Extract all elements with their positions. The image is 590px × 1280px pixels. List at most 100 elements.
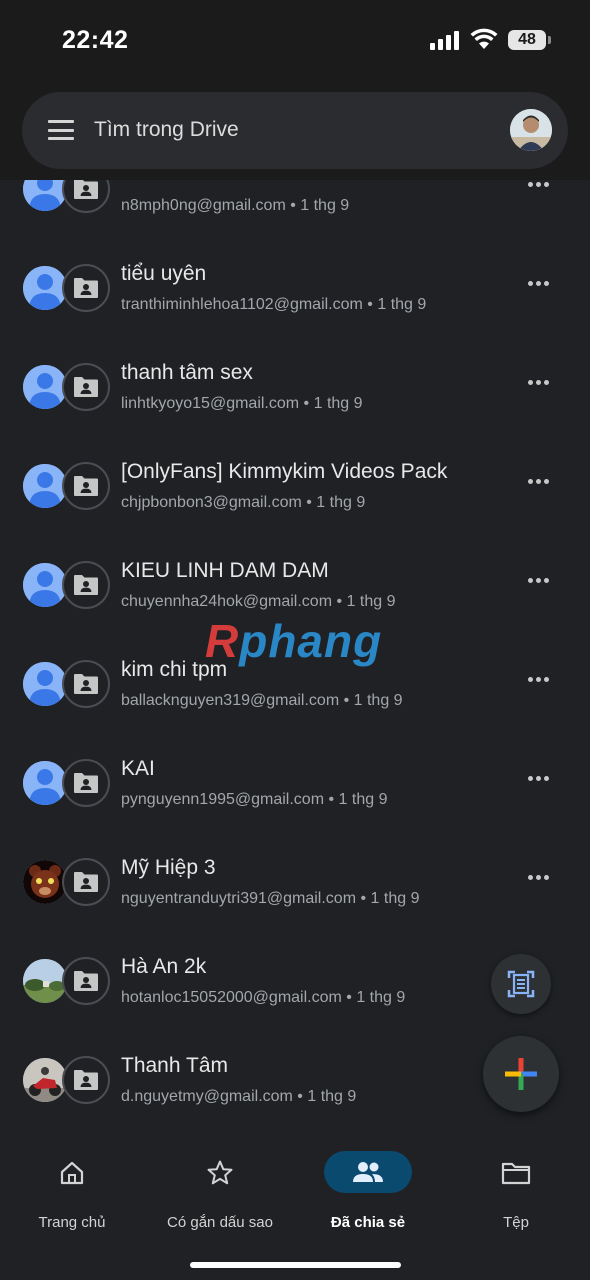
- shared-folder-icon: [74, 872, 98, 892]
- plus-icon: [505, 1058, 537, 1090]
- owner-email: hotanloc15052000@gmail.com: [121, 989, 342, 1006]
- shared-item-row[interactable]: [OnlyFans] Kimmykim Videos Pack chjpbonbo…: [0, 443, 590, 542]
- owner-avatar: [23, 464, 67, 508]
- owner-avatar: [23, 266, 67, 310]
- shared-date: 1 thg 9: [353, 692, 403, 709]
- shared-folder-icon: [74, 971, 98, 991]
- separator-dot: •: [332, 593, 347, 610]
- shared-folder-badge: [62, 759, 110, 807]
- separator-dot: •: [301, 494, 317, 511]
- more-options-icon[interactable]: [528, 479, 549, 484]
- shared-date: 1 thg 9: [313, 395, 363, 412]
- item-subtitle: pynguyenn1995@gmail.com • 1 thg 9: [121, 791, 387, 809]
- shared-date: 1 thg 9: [300, 197, 350, 214]
- star-icon: [207, 1160, 233, 1185]
- menu-icon[interactable]: [48, 120, 74, 140]
- separator-dot: •: [356, 890, 371, 907]
- shared-date: 1 thg 9: [377, 296, 427, 313]
- owner-avatar: [23, 180, 67, 211]
- more-options-icon[interactable]: [528, 578, 549, 583]
- shared-folder-badge: [62, 363, 110, 411]
- owner-email: chuyennha24hok@gmail.com: [121, 593, 333, 610]
- owner-avatar: [23, 662, 67, 706]
- battery-indicator: 48: [508, 30, 546, 50]
- item-title: KAI: [121, 757, 155, 780]
- search-input[interactable]: Tìm trong Drive: [94, 118, 239, 142]
- shared-folder-icon: [74, 278, 98, 298]
- shared-date: 1 thg 9: [307, 1088, 357, 1105]
- item-subtitle: tranthiminhlehoa1102@gmail.com • 1 thg 9: [121, 296, 426, 314]
- nav-starred-label: Có gắn dấu sao: [167, 1214, 273, 1231]
- item-title: Mỹ Hiệp 3: [121, 856, 216, 879]
- more-options-icon[interactable]: [528, 776, 549, 781]
- more-options-icon[interactable]: [528, 281, 549, 286]
- owner-avatar: [23, 563, 67, 607]
- search-bar[interactable]: Tìm trong Drive: [22, 92, 568, 169]
- separator-dot: •: [292, 1088, 308, 1105]
- watermark-logo: Rphang: [205, 615, 383, 667]
- item-subtitle: ballacknguyen319@gmail.com • 1 thg 9: [121, 692, 403, 710]
- scan-button[interactable]: [491, 954, 551, 1014]
- owner-avatar: [23, 761, 67, 805]
- account-avatar[interactable]: [510, 109, 552, 151]
- owner-avatar: [23, 365, 67, 409]
- bottom-navigation: Trang chủ Có gắn dấu sao Đã chia sẻ Tệp: [0, 1140, 590, 1280]
- shared-folder-icon: [74, 575, 98, 595]
- nav-home-label: Trang chủ: [38, 1214, 106, 1231]
- nav-shared-label: Đã chia sẻ: [330, 1214, 406, 1231]
- separator-dot: •: [339, 692, 354, 709]
- shared-folder-icon: [74, 674, 98, 694]
- nav-files[interactable]: Tệp: [446, 1154, 586, 1231]
- shared-date: 1 thg 9: [346, 593, 396, 610]
- item-subtitle: d.nguyetmy@gmail.com • 1 thg 9: [121, 1088, 356, 1106]
- item-subtitle: chuyennha24hok@gmail.com • 1 thg 9: [121, 593, 395, 611]
- item-subtitle: hotanloc15052000@gmail.com • 1 thg 9: [121, 989, 405, 1007]
- status-bar: 22:42 48: [0, 0, 590, 80]
- owner-avatar: [23, 1058, 67, 1102]
- shared-date: 1 thg 9: [370, 890, 420, 907]
- battery-tip: [548, 36, 551, 44]
- more-options-icon[interactable]: [528, 875, 549, 880]
- home-indicator: [190, 1262, 401, 1268]
- shared-item-row[interactable]: thanh tâm sex linhtkyoyo15@gmail.com • 1 …: [0, 344, 590, 443]
- owner-email: ballacknguyen319@gmail.com: [121, 692, 340, 709]
- shared-folder-icon: [74, 773, 98, 793]
- shared-folder-icon: [74, 180, 98, 199]
- item-subtitle: n8mph0ng@gmail.com • 1 thg 9: [121, 197, 349, 215]
- shared-folder-badge: [62, 180, 110, 213]
- item-title: KIEU LINH DAM DAM: [121, 559, 329, 582]
- shared-item-row[interactable]: n8mph0ng@gmail.com • 1 thg 9: [0, 180, 590, 245]
- shared-item-row[interactable]: tiểu uyên tranthiminhlehoa1102@gmail.com …: [0, 245, 590, 344]
- new-button[interactable]: [483, 1036, 559, 1112]
- more-options-icon[interactable]: [528, 380, 549, 385]
- item-title: [OnlyFans] Kimmykim Videos Pack: [121, 460, 448, 483]
- shared-item-row[interactable]: KAI pynguyenn1995@gmail.com • 1 thg 9: [0, 740, 590, 839]
- owner-avatar: [23, 860, 67, 904]
- item-title: Hà An 2k: [121, 955, 207, 978]
- item-subtitle: chjpbonbon3@gmail.com • 1 thg 9: [121, 494, 365, 512]
- owner-email: n8mph0ng@gmail.com: [121, 197, 286, 214]
- people-icon: [353, 1162, 383, 1182]
- item-title: thanh tâm sex: [121, 361, 253, 384]
- item-title: Thanh Tâm: [121, 1054, 228, 1077]
- home-icon: [60, 1161, 84, 1185]
- shared-item-row[interactable]: Mỹ Hiệp 3 nguyentranduytri391@gmail.com •…: [0, 839, 590, 938]
- cellular-signal-icon: [430, 30, 459, 50]
- wifi-icon: [470, 28, 498, 49]
- shared-date: 1 thg 9: [356, 989, 406, 1006]
- shared-folder-badge: [62, 660, 110, 708]
- status-time: 22:42: [62, 26, 129, 54]
- more-options-icon[interactable]: [528, 182, 549, 187]
- nav-home[interactable]: Trang chủ: [2, 1154, 142, 1231]
- nav-starred[interactable]: Có gắn dấu sao: [150, 1154, 290, 1231]
- item-subtitle: nguyentranduytri391@gmail.com • 1 thg 9: [121, 890, 419, 908]
- owner-email: nguyentranduytri391@gmail.com: [121, 890, 357, 907]
- nav-active-indicator: [324, 1151, 412, 1193]
- nav-shared[interactable]: Đã chia sẻ: [298, 1151, 438, 1231]
- owner-email: tranthiminhlehoa1102@gmail.com: [121, 296, 363, 313]
- folder-icon: [501, 1162, 531, 1185]
- shared-folder-badge: [62, 561, 110, 609]
- more-options-icon[interactable]: [528, 677, 549, 682]
- owner-avatar: [23, 959, 67, 1003]
- shared-folder-badge: [62, 858, 110, 906]
